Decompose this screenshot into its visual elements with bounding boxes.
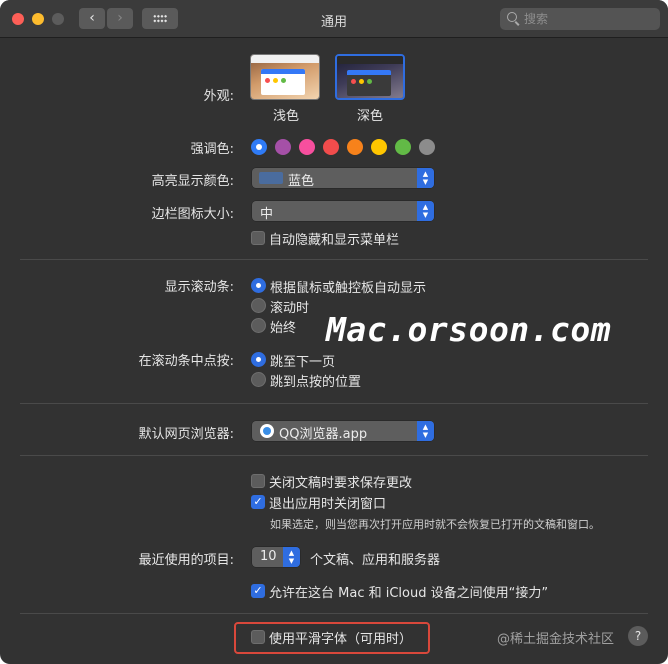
highlight-color-swatch — [259, 172, 283, 184]
accent-color-swatch[interactable] — [323, 139, 339, 155]
site-watermark: Mac.orsoon.com — [326, 310, 612, 349]
scroll-bars-always-label: 始终 — [270, 321, 297, 336]
popup-arrows-icon: ▲ ▼ — [417, 168, 434, 188]
accent-color-swatch[interactable] — [419, 139, 435, 155]
click-scroll-bar-label: 在滚动条中点按: — [138, 354, 234, 369]
divider — [20, 613, 648, 614]
preferences-window: ‹ › 通用 外观: 浅色 深色 强调色: 高亮显示颜色: 蓝色 ▲ — [0, 0, 668, 664]
highlight-color-label: 高亮显示颜色: — [151, 174, 234, 189]
ask-save-changes-label: 关闭文稿时要求保存更改 — [269, 476, 413, 491]
accent-color-swatch[interactable] — [251, 139, 267, 155]
popup-arrows-icon: ▲ ▼ — [417, 421, 434, 441]
scroll-bars-auto-radio[interactable] — [251, 278, 266, 293]
appearance-dark-option[interactable] — [335, 54, 405, 100]
accent-color-swatch[interactable] — [275, 139, 291, 155]
jump-to-spot-radio[interactable] — [251, 372, 266, 387]
recent-items-suffix: 个文稿、应用和服务器 — [310, 553, 441, 568]
divider — [20, 259, 648, 260]
help-button[interactable]: ? — [628, 626, 648, 646]
allow-handoff-checkbox[interactable]: ✓ — [251, 584, 265, 598]
default-browser-value: QQ浏览器.app — [279, 427, 368, 442]
qq-browser-icon — [260, 424, 274, 438]
close-windows-on-quit-checkbox[interactable]: ✓ — [251, 495, 265, 509]
recent-items-value: 10 — [260, 549, 277, 564]
sidebar-icon-size-popup[interactable]: 中 ▲ ▼ — [252, 201, 434, 222]
divider — [20, 455, 648, 456]
ask-save-changes-checkbox[interactable] — [251, 474, 265, 488]
footer-watermark: @稀土掘金技术社区 — [497, 632, 615, 647]
show-scroll-bars-label: 显示滚动条: — [164, 280, 234, 295]
jump-next-page-label: 跳至下一页 — [270, 355, 336, 370]
search-field[interactable] — [500, 8, 660, 30]
auto-hide-menu-bar-label: 自动隐藏和显示菜单栏 — [269, 233, 400, 248]
divider — [20, 403, 648, 404]
scroll-bars-always-radio[interactable] — [251, 318, 266, 333]
accent-color-swatch[interactable] — [371, 139, 387, 155]
accent-color-swatch[interactable] — [347, 139, 363, 155]
highlight-color-value: 蓝色 — [288, 174, 315, 189]
sidebar-icon-size-label: 边栏图标大小: — [151, 207, 234, 222]
scroll-bars-when-scrolling-radio[interactable] — [251, 298, 266, 313]
checkmark-icon: ✓ — [253, 495, 263, 508]
accent-color-label: 强调色: — [190, 142, 234, 157]
title-bar: ‹ › 通用 — [0, 0, 668, 38]
popup-arrows-icon: ▲ ▼ — [417, 201, 434, 221]
appearance-light-option[interactable] — [250, 54, 320, 100]
popup-arrows-icon: ▲ ▼ — [283, 547, 300, 567]
default-browser-popup[interactable]: QQ浏览器.app ▲ ▼ — [252, 421, 434, 442]
appearance-light-label: 浅色 — [273, 109, 300, 124]
recent-items-popup[interactable]: 10 ▲ ▼ — [252, 547, 300, 567]
red-highlight-box — [234, 622, 430, 654]
close-windows-hint: 如果选定，则当您再次打开应用时就不会恢复已打开的文稿和窗口。 — [270, 518, 600, 531]
scroll-bars-auto-label: 根据鼠标或触控板自动显示 — [270, 281, 427, 296]
search-input[interactable] — [524, 10, 654, 28]
appearance-dark-label: 深色 — [357, 109, 384, 124]
accent-color-swatch[interactable] — [299, 139, 315, 155]
allow-handoff-label: 允许在这台 Mac 和 iCloud 设备之间使用“接力” — [269, 586, 549, 601]
highlight-color-popup[interactable]: 蓝色 ▲ ▼ — [252, 168, 434, 189]
jump-to-spot-label: 跳到点按的位置 — [270, 375, 362, 390]
scroll-bars-when-scrolling-label: 滚动时 — [270, 301, 310, 316]
recent-items-label: 最近使用的项目: — [138, 553, 234, 568]
auto-hide-menu-bar-checkbox[interactable] — [251, 231, 265, 245]
appearance-label: 外观: — [203, 89, 234, 104]
default-browser-label: 默认网页浏览器: — [138, 427, 234, 442]
accent-color-swatch[interactable] — [395, 139, 411, 155]
close-windows-on-quit-label: 退出应用时关闭窗口 — [269, 497, 387, 512]
jump-next-page-radio[interactable] — [251, 352, 266, 367]
checkmark-icon: ✓ — [253, 584, 263, 597]
search-icon — [507, 12, 517, 22]
sidebar-icon-size-value: 中 — [260, 207, 274, 222]
